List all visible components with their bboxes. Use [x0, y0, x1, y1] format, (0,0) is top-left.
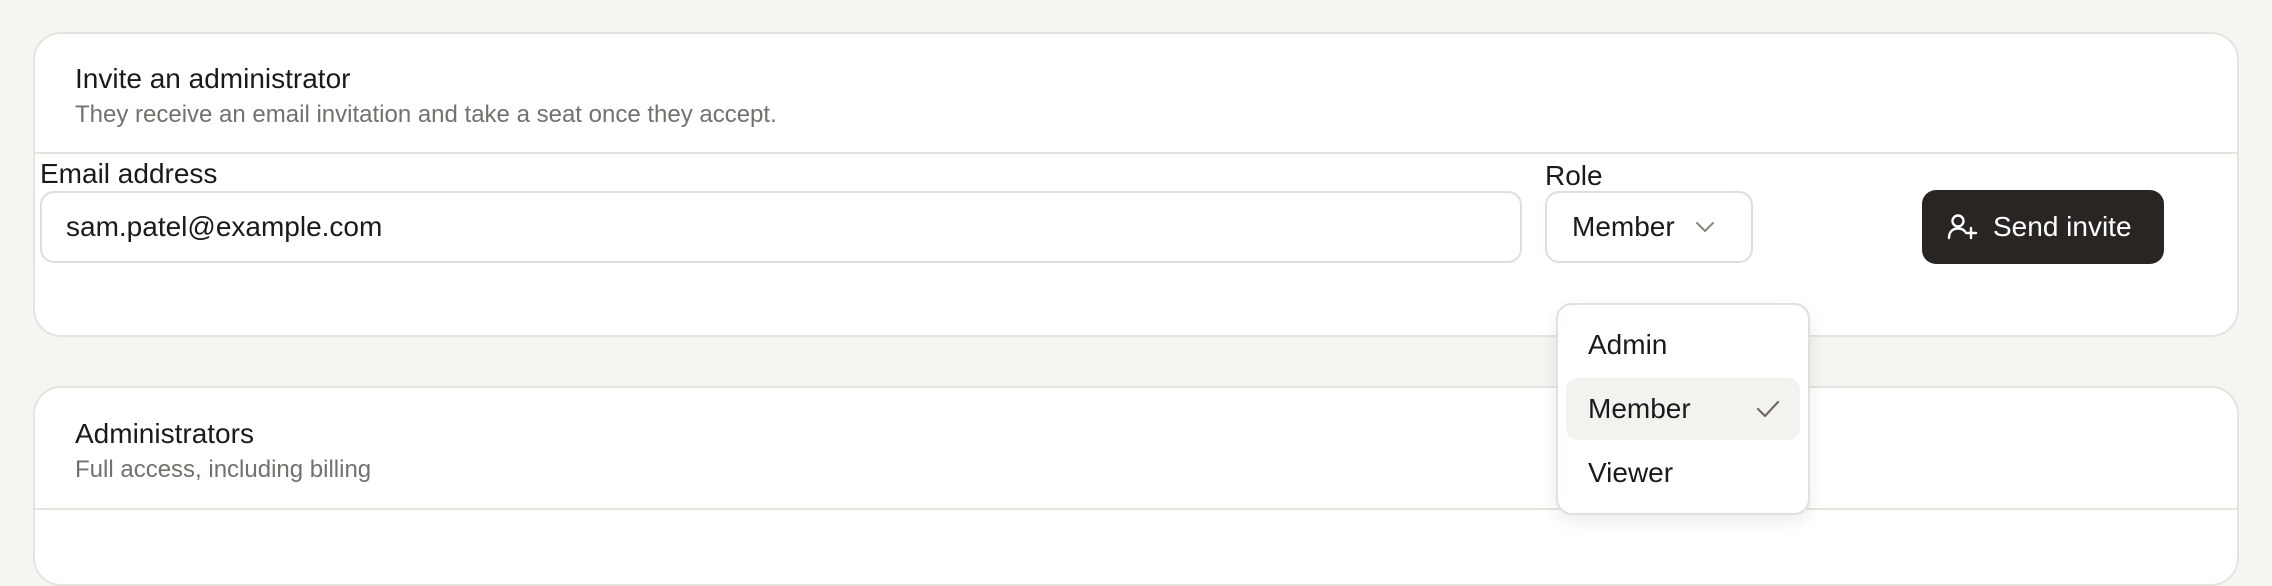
user-plus-icon	[1946, 211, 1978, 243]
chevron-down-icon	[1696, 222, 1714, 232]
administrators-subtitle: Full access, including billing	[75, 456, 372, 483]
invite-card-header: Invite an administrator They receive an …	[35, 34, 2237, 154]
role-option-label: Admin	[1588, 329, 1668, 360]
send-invite-label: Send invite	[1993, 211, 2132, 242]
send-invite-button[interactable]: Send invite	[1922, 190, 2164, 264]
role-label: Role	[1545, 160, 1603, 191]
administrators-card: Administrators Full access, including bi…	[33, 386, 2239, 586]
email-input[interactable]	[40, 191, 1522, 263]
role-option-label: Member	[1588, 393, 1691, 424]
role-option-member[interactable]: Member	[1566, 378, 1800, 440]
administrators-card-header: Administrators Full access, including bi…	[35, 388, 2237, 510]
invite-card: Invite an administrator They receive an …	[33, 32, 2239, 337]
administrators-title: Administrators	[75, 418, 254, 449]
role-option-viewer[interactable]: Viewer	[1566, 442, 1800, 504]
role-option-admin[interactable]: Admin	[1566, 314, 1800, 376]
check-icon	[1756, 400, 1780, 418]
invite-title: Invite an administrator	[75, 63, 351, 94]
role-select[interactable]: Member	[1545, 191, 1753, 263]
role-select-value: Member	[1572, 211, 1675, 242]
role-dropdown-menu: Admin Member Viewer	[1556, 303, 1810, 515]
email-label: Email address	[40, 158, 218, 189]
role-option-label: Viewer	[1588, 457, 1674, 488]
invite-subtitle: They receive an email invitation and tak…	[75, 101, 777, 128]
